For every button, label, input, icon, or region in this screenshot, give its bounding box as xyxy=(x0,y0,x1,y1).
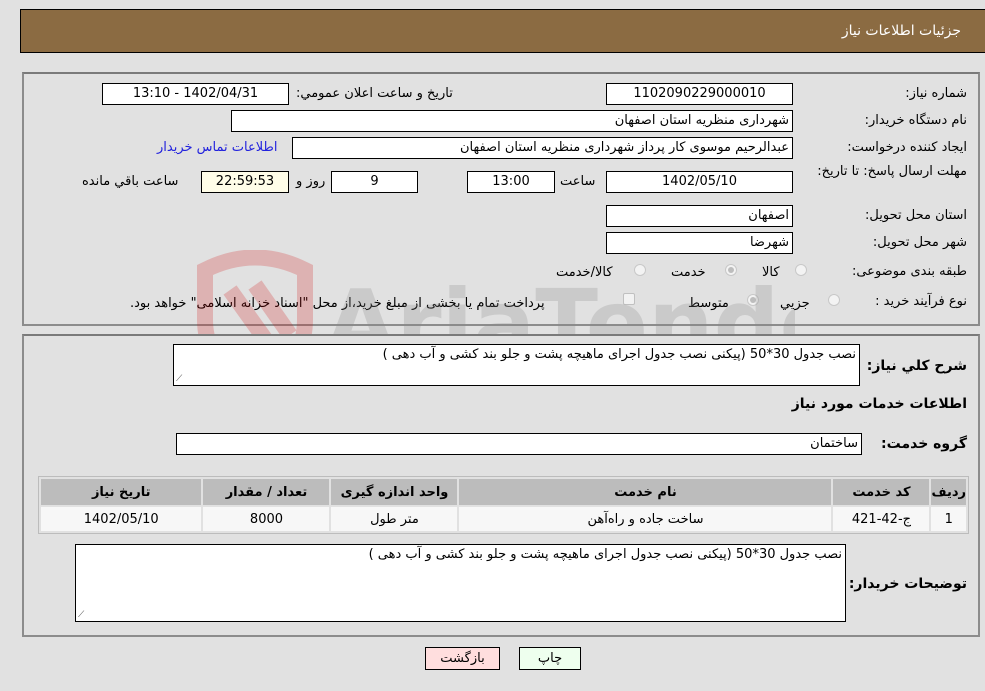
category-option-service: خدمت xyxy=(671,265,706,280)
announce-datetime-label: تاریخ و ساعت اعلان عمومي: xyxy=(296,86,453,101)
table-header-row: ردیف کد خدمت نام خدمت واحد اندازه گیری ت… xyxy=(41,479,966,505)
time-remaining-label: ساعت باقي مانده xyxy=(82,174,179,189)
need-number-field: 1102090229000010 xyxy=(606,83,793,105)
col-need-date: تاریخ نیاز xyxy=(41,479,202,505)
back-button[interactable]: بازگشت xyxy=(425,647,500,670)
col-unit: واحد اندازه گیری xyxy=(331,479,458,505)
category-label: طبقه بندی موضوعی: xyxy=(851,264,967,279)
services-table: ردیف کد خدمت نام خدمت واحد اندازه گیری ت… xyxy=(38,476,969,534)
city-label: شهر محل تحویل: xyxy=(872,235,967,250)
purchase-type-option-minor: جزيي xyxy=(780,296,810,311)
province-label: استان محل تحویل: xyxy=(865,208,967,223)
col-row: ردیف xyxy=(931,479,966,505)
deadline-date-field: 1402/05/10 xyxy=(606,171,793,193)
treasury-note: پرداخت تمام یا بخشی از مبلغ خرید،از محل … xyxy=(130,296,545,311)
purchase-type-option-medium: متوسط xyxy=(688,296,729,311)
summary-label: شرح كلي نياز: xyxy=(866,358,967,374)
buyer-notes-textarea[interactable]: نصب جدول 30*50 (پیکنی نصب جدول اجرای ماه… xyxy=(75,544,846,622)
summary-text: نصب جدول 30*50 (پیکنی نصب جدول اجرای ماه… xyxy=(382,347,856,362)
buyer-notes-text: نصب جدول 30*50 (پیکنی نصب جدول اجرای ماه… xyxy=(368,547,842,562)
buyer-notes-label: توضیحات خریدار: xyxy=(848,576,967,592)
resize-grip-icon[interactable]: ⟋ xyxy=(78,610,84,620)
province-field: اصفهان xyxy=(606,205,793,227)
category-radio-goods[interactable] xyxy=(795,264,807,276)
deadline-time-label: ساعت xyxy=(560,174,596,189)
category-option-goods-service: کالا/خدمت xyxy=(556,265,613,280)
city-field: شهرضا xyxy=(606,232,793,254)
services-heading: اطلاعات خدمات مورد نیاز xyxy=(791,396,967,412)
buyer-org-label: نام دستگاه خریدار: xyxy=(864,113,967,128)
category-radio-service[interactable] xyxy=(725,264,737,276)
purchase-type-label: نوع فرآیند خرید : xyxy=(875,294,967,309)
resize-grip-icon[interactable]: ⟋ xyxy=(176,374,182,384)
service-group-label: گروه خدمت: xyxy=(881,436,967,452)
page-header: جزئیات اطلاعات نیاز xyxy=(20,9,985,53)
summary-textarea[interactable]: نصب جدول 30*50 (پیکنی نصب جدول اجرای ماه… xyxy=(173,344,860,386)
cell-service-code: ج-42-421 xyxy=(833,507,930,531)
purchase-type-radio-minor[interactable] xyxy=(828,294,840,306)
cell-row: 1 xyxy=(931,507,966,531)
treasury-checkbox[interactable] xyxy=(623,293,635,305)
deadline-time-field: 13:00 xyxy=(467,171,555,193)
cell-quantity: 8000 xyxy=(203,507,330,531)
buyer-contact-link[interactable]: اطلاعات تماس خریدار xyxy=(157,140,277,155)
time-remaining-field: 22:59:53 xyxy=(201,171,289,193)
col-service-code: کد خدمت xyxy=(833,479,930,505)
requester-field: عبدالرحیم موسوی کار پرداز شهرداری منظریه… xyxy=(292,137,793,159)
requester-label: ایجاد کننده درخواست: xyxy=(847,140,967,155)
cell-service-name: ساخت جاده و راه‌آهن xyxy=(459,507,832,531)
col-service-name: نام خدمت xyxy=(459,479,832,505)
buyer-org-field: شهرداری منظریه استان اصفهان xyxy=(231,110,793,132)
category-option-goods: کالا xyxy=(762,265,780,280)
cell-unit: متر طول xyxy=(331,507,458,531)
deadline-label: مهلت ارسال پاسخ: تا تاریخ: xyxy=(817,164,967,179)
col-quantity: تعداد / مقدار xyxy=(203,479,330,505)
need-number-label: شماره نیاز: xyxy=(905,86,967,101)
cell-need-date: 1402/05/10 xyxy=(41,507,202,531)
days-remaining-field: 9 xyxy=(331,171,418,193)
services-table-wrapper: ردیف کد خدمت نام خدمت واحد اندازه گیری ت… xyxy=(38,476,969,534)
service-group-field: ساختمان xyxy=(176,433,862,455)
purchase-type-radio-medium[interactable] xyxy=(747,294,759,306)
announce-datetime-field: 1402/04/31 - 13:10 xyxy=(102,83,289,105)
days-label: روز و xyxy=(296,174,326,189)
table-row: 1 ج-42-421 ساخت جاده و راه‌آهن متر طول 8… xyxy=(41,507,966,531)
print-button[interactable]: چاپ xyxy=(519,647,581,670)
page-title: جزئیات اطلاعات نیاز xyxy=(841,23,961,39)
category-radio-goods-service[interactable] xyxy=(634,264,646,276)
